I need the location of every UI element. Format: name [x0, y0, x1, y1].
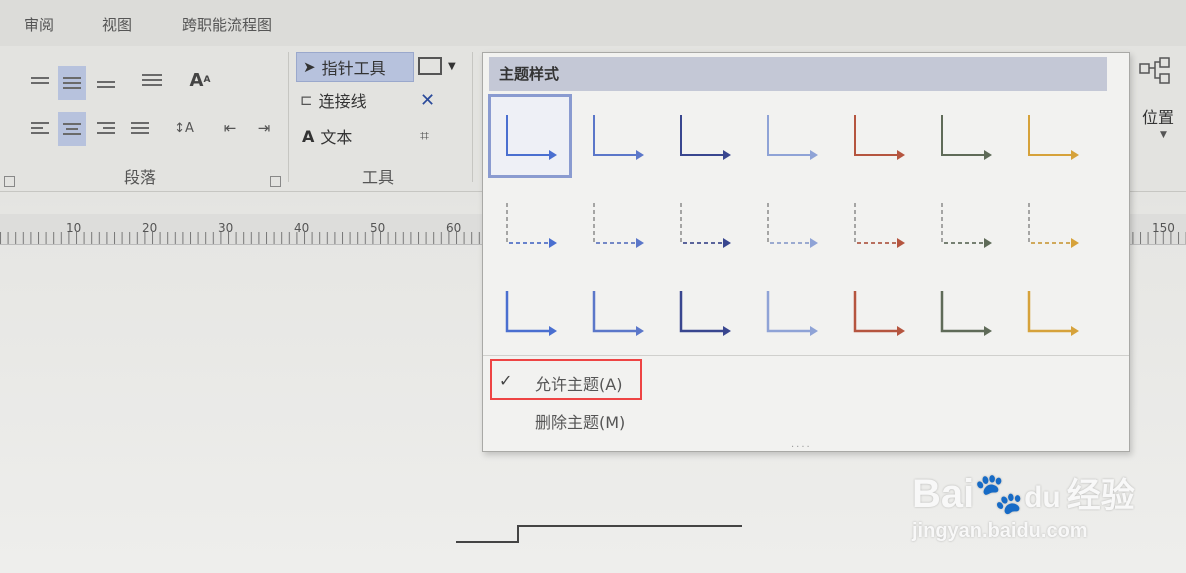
tab-view[interactable]: 视图: [102, 14, 132, 35]
theme-swatch[interactable]: [1013, 273, 1091, 351]
font-size-icon[interactable]: AA: [186, 66, 214, 94]
theme-swatch[interactable]: [926, 185, 1004, 263]
theme-swatch[interactable]: [1013, 185, 1091, 263]
menu-divider: [483, 355, 1129, 356]
theme-swatch[interactable]: [578, 97, 656, 175]
justify-button[interactable]: [126, 114, 154, 142]
align-left-button[interactable]: [26, 114, 54, 142]
group-label-tools: 工具: [362, 168, 395, 187]
text-direction-icon[interactable]: ↕A: [170, 114, 198, 142]
chevron-down-icon[interactable]: ▼: [1160, 130, 1167, 140]
decrease-indent-icon[interactable]: ⇤: [216, 114, 244, 142]
theme-swatch[interactable]: [926, 273, 1004, 351]
ruler-number: 60: [446, 221, 462, 235]
chevron-down-icon: ▼: [448, 60, 456, 72]
theme-swatch[interactable]: [578, 273, 656, 351]
bullet-list-button[interactable]: [138, 66, 166, 94]
pointer-icon: ➤: [303, 58, 316, 76]
theme-swatch[interactable]: [839, 273, 917, 351]
ribbon-tab-bar: 审阅 视图 跨职能流程图: [0, 0, 1186, 46]
theme-swatch[interactable]: [491, 185, 569, 263]
align-middle-button[interactable]: [58, 66, 86, 100]
group-separator: [288, 52, 289, 182]
connector-button[interactable]: ⊏ 连接线: [300, 86, 367, 114]
align-bottom-button[interactable]: [92, 70, 120, 98]
close-icon[interactable]: ✕: [420, 86, 435, 114]
watermark-cn: 经验: [1066, 477, 1135, 515]
align-top-button[interactable]: [26, 66, 54, 94]
paragraph-dialog-launcher-icon[interactable]: [270, 176, 281, 187]
align-right-button[interactable]: [92, 114, 120, 142]
paw-icon: 🐾: [974, 472, 1025, 516]
watermark-logo: Bai🐾du 经验: [912, 468, 1135, 517]
text-tool-button[interactable]: A 文本: [302, 122, 352, 150]
theme-swatch[interactable]: [665, 97, 743, 175]
tab-cross-functional[interactable]: 跨职能流程图: [182, 14, 272, 35]
position-button-label[interactable]: 位置: [1142, 104, 1174, 128]
theme-swatch[interactable]: [665, 273, 743, 351]
theme-swatch[interactable]: [491, 273, 569, 351]
watermark-brand: Bai: [912, 472, 975, 516]
theme-swatch[interactable]: [926, 97, 1004, 175]
ruler-number: 30: [218, 221, 234, 235]
resize-grip-icon[interactable]: ....: [791, 439, 812, 450]
delete-theme-menu-item[interactable]: 删除主题(M): [535, 409, 625, 433]
connection-point-icon[interactable]: ⌗: [420, 122, 429, 150]
tab-review[interactable]: 审阅: [24, 14, 54, 35]
canvas-connector-shape[interactable]: [456, 520, 746, 550]
rectangle-shape-button[interactable]: ▼: [418, 52, 456, 80]
highlight-box: [490, 359, 642, 400]
connector-label: 连接线: [318, 92, 367, 111]
theme-swatch[interactable]: [1013, 97, 1091, 175]
increase-indent-icon[interactable]: ⇥: [250, 114, 278, 142]
watermark-du: du: [1024, 481, 1061, 514]
theme-swatch[interactable]: [488, 94, 572, 178]
dialog-launcher-icon[interactable]: [4, 176, 15, 187]
theme-swatch[interactable]: [752, 97, 830, 175]
theme-swatch[interactable]: [752, 185, 830, 263]
ruler-number: 40: [294, 221, 310, 235]
position-icon[interactable]: [1138, 56, 1182, 86]
text-icon: A: [302, 126, 315, 146]
group-separator: [472, 52, 473, 182]
pointer-tool-label: 指针工具: [321, 59, 386, 78]
theme-swatch[interactable]: [839, 185, 917, 263]
rectangle-icon: [418, 57, 442, 75]
theme-styles-title: 主题样式: [489, 57, 1107, 91]
text-tool-label: 文本: [320, 128, 353, 147]
theme-swatch[interactable]: [839, 97, 917, 175]
pointer-tool-button[interactable]: ➤ 指针工具: [296, 52, 414, 82]
ruler-number: 150: [1152, 221, 1175, 235]
ruler-number: 20: [142, 221, 158, 235]
theme-swatch[interactable]: [578, 185, 656, 263]
ruler-number: 10: [66, 221, 82, 235]
theme-swatch[interactable]: [665, 185, 743, 263]
theme-swatch[interactable]: [752, 273, 830, 351]
group-label-paragraph: 段落: [124, 168, 157, 187]
align-center-button[interactable]: [58, 112, 86, 146]
watermark-url: jingyan.baidu.com: [912, 520, 1088, 542]
connector-icon: ⊏: [300, 91, 313, 109]
ruler-number: 50: [370, 221, 386, 235]
